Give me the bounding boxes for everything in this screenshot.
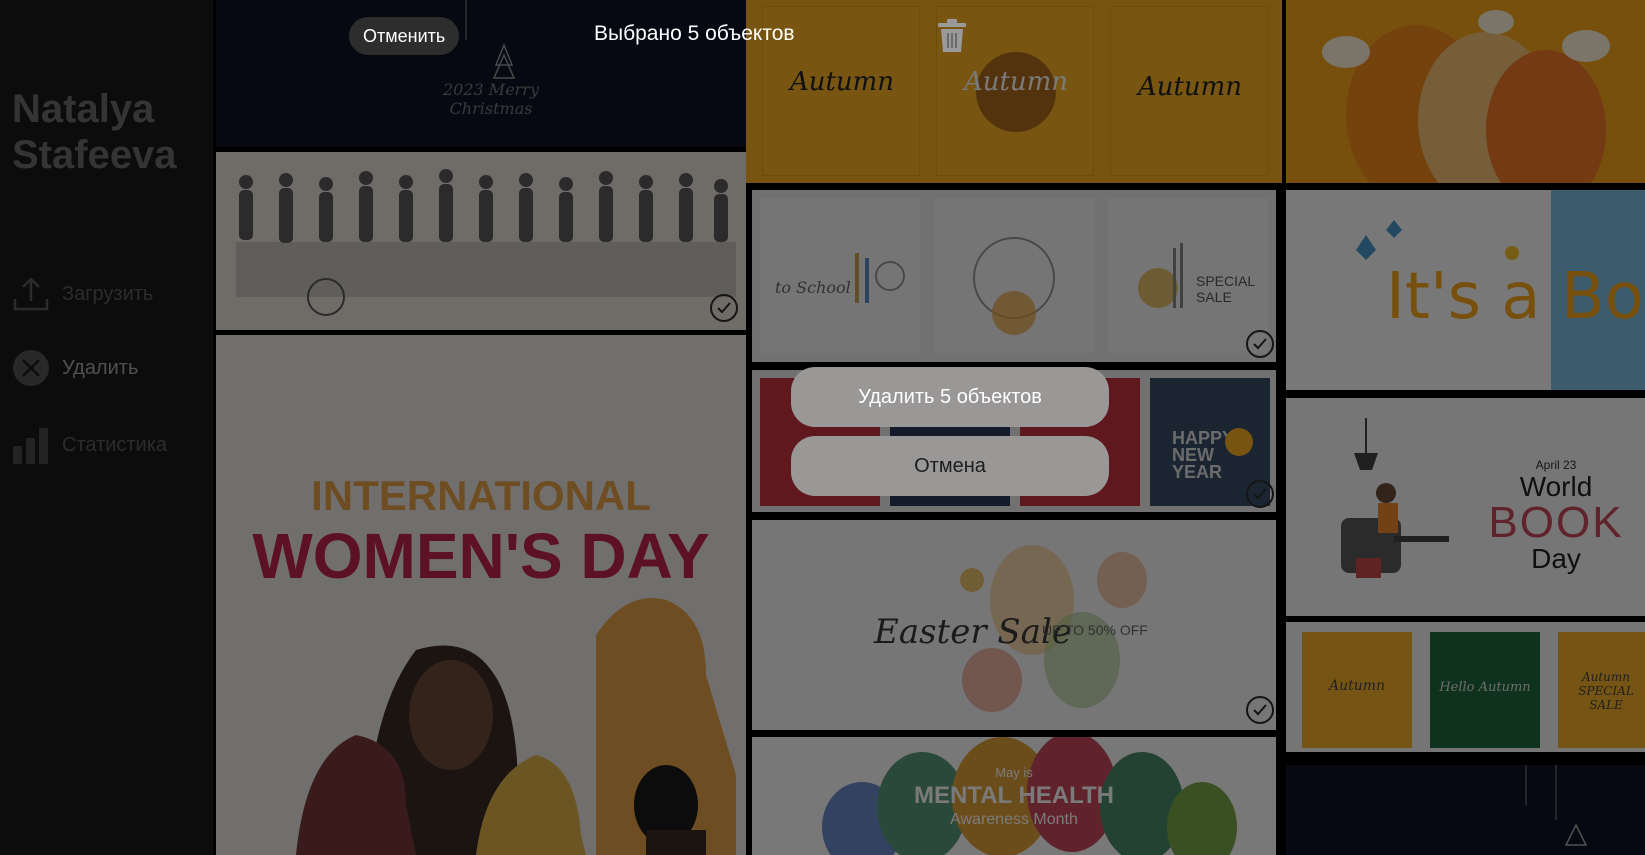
user-name-first: Natalya <box>12 87 155 131</box>
autumn-card-3: Autumn <box>1110 6 1268 176</box>
autumn-card-small-1: Autumn <box>1302 632 1412 748</box>
mental-health-date: May is <box>995 765 1033 780</box>
sidebar: Natalya Stafeeva Загрузить Удалить Стати… <box>0 0 213 855</box>
tile-speech-heads[interactable] <box>1286 0 1645 183</box>
selection-count-text: Выбрано 5 объектов <box>594 22 795 45</box>
christmas-text: 2023 Merry Christmas <box>443 80 539 118</box>
bar-chart-icon <box>12 426 50 464</box>
tile-easter-sale[interactable]: Easter Sale UP TO 50% OFF <box>752 520 1276 730</box>
its-a-boy-label: It's a Bo <box>1386 260 1644 334</box>
autumn-card-3-title: Autumn <box>1137 72 1243 102</box>
school-supplies-artwork <box>855 253 905 303</box>
autumn-card-1-title: Autumn <box>789 67 895 97</box>
people-group-artwork <box>236 169 736 316</box>
school-card-1: to School <box>760 198 920 353</box>
app-root: Natalya Stafeeva Загрузить Удалить Стати… <box>0 0 1645 855</box>
autumn-card-small-1-title: Autumn <box>1328 678 1386 694</box>
school-card-1-title: to School <box>775 278 851 297</box>
selection-check-icon[interactable] <box>1246 696 1274 724</box>
tile-world-book-day[interactable]: April 23 World BOOK Day <box>1286 398 1645 616</box>
sidebar-item-upload[interactable]: Загрузить <box>12 274 153 314</box>
tile-its-a-boy[interactable]: It's a Bo <box>1286 190 1645 390</box>
christmas-ornament-artwork <box>1525 765 1588 846</box>
womens-day-line2: WOMEN'S DAY <box>252 520 710 592</box>
tile-autumn-cards[interactable]: Autumn Hello Autumn Autumn SPECIAL SALE <box>1286 622 1645 752</box>
school-card-2 <box>934 198 1094 353</box>
tile-back-to-school[interactable]: to School SPECIAL SALE <box>752 190 1276 362</box>
sidebar-item-label: Удалить <box>62 356 139 379</box>
easter-discount: UP TO 50% OFF <box>1042 622 1148 638</box>
sidebar-item-label: Статистика <box>62 433 168 456</box>
happy-new-year-text: HAPPY NEW YEAR <box>1172 428 1234 482</box>
sidebar-item-delete[interactable]: Удалить <box>12 348 138 388</box>
user-name: Natalya Stafeeva <box>12 86 177 178</box>
confirm-delete-button[interactable]: Удалить 5 объектов <box>791 367 1109 427</box>
mental-health-subtitle: Awareness Month <box>950 811 1078 828</box>
its-a-boy-text: It's a Bo <box>1386 260 1644 334</box>
world-book-title-2: BOOK <box>1488 498 1624 547</box>
speech-heads-artwork <box>1322 10 1610 183</box>
close-circle-icon <box>12 349 50 387</box>
school-circle-artwork <box>973 237 1055 335</box>
trash-icon[interactable] <box>936 18 968 54</box>
upload-icon <box>12 275 50 313</box>
cancel-dialog-button[interactable]: Отмена <box>791 436 1109 496</box>
tile-christmas-2[interactable] <box>1286 765 1645 855</box>
selection-check-icon[interactable] <box>1246 480 1274 508</box>
user-name-last: Stafeeva <box>12 133 177 177</box>
women-faces-artwork <box>296 598 736 855</box>
world-book-date: April 23 <box>1535 458 1577 472</box>
tile-people-group[interactable] <box>216 152 746 330</box>
school-card-3: SPECIAL SALE <box>1108 198 1268 353</box>
selection-check-icon[interactable] <box>710 294 738 322</box>
cancel-selection-button[interactable]: Отменить <box>349 17 460 55</box>
autumn-sale-title: Autumn SPECIAL SALE <box>1578 670 1634 712</box>
womens-day-line1: INTERNATIONAL <box>311 472 651 519</box>
sidebar-item-label: Загрузить <box>62 282 154 305</box>
hello-autumn-title: Hello Autumn <box>1439 680 1531 695</box>
special-sale-text: SPECIAL SALE <box>1196 273 1255 305</box>
new-year-moon <box>1225 428 1253 456</box>
autumn-card-2-title: Autumn <box>963 67 1069 97</box>
tile-mental-health[interactable]: May is MENTAL HEALTH Awareness Month <box>752 737 1276 855</box>
sidebar-item-statistics[interactable]: Статистика <box>12 425 167 465</box>
selection-check-icon[interactable] <box>1246 330 1274 358</box>
world-book-title-3: Day <box>1531 543 1581 574</box>
tile-autumn-set[interactable]: Autumn Autumn Autumn <box>746 0 1282 183</box>
autumn-card-small-3: Autumn SPECIAL SALE <box>1558 632 1645 748</box>
tile-womens-day[interactable]: INTERNATIONAL WOMEN'S DAY <box>216 335 746 855</box>
mental-health-title: MENTAL HEALTH <box>914 782 1114 809</box>
autumn-card-small-2: Hello Autumn <box>1430 632 1540 748</box>
